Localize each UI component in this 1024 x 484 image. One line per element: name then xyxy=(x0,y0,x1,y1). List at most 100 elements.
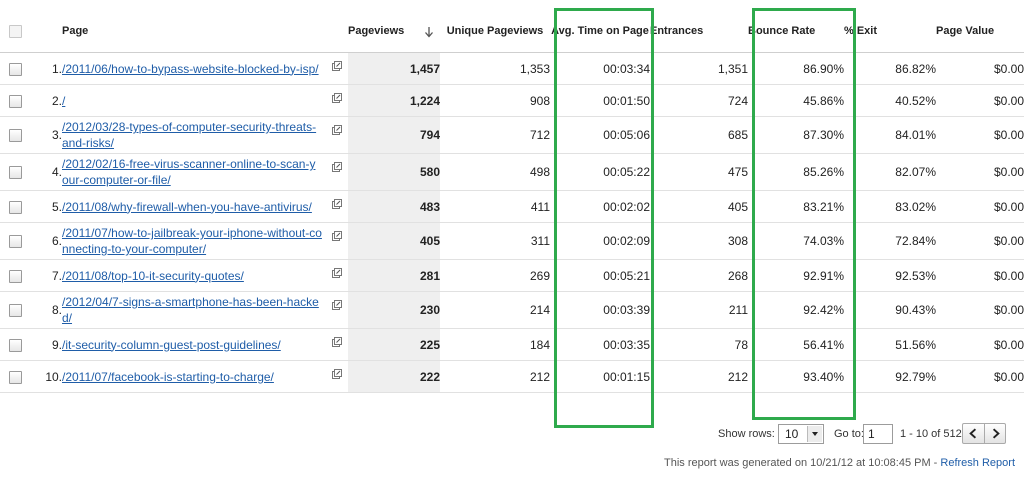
page-cell: /2011/08/why-firewall-when-you-have-anti… xyxy=(62,190,348,223)
row-checkbox-cell[interactable] xyxy=(0,52,30,85)
row-checkbox[interactable] xyxy=(8,166,22,180)
page-link[interactable]: /2012/03/28-types-of-computer-security-t… xyxy=(62,119,348,151)
entrances-cell: 724 xyxy=(650,84,748,117)
open-page-icon[interactable] xyxy=(332,231,342,241)
header-page-value[interactable]: Page Value xyxy=(936,10,1024,53)
exit-cell: 92.79% xyxy=(844,360,936,393)
table-row: 1./2011/06/how-to-bypass-website-blocked… xyxy=(0,52,1024,85)
row-checkbox-cell[interactable] xyxy=(0,190,30,223)
row-checkbox-cell[interactable] xyxy=(0,360,30,393)
row-checkbox-cell[interactable] xyxy=(0,222,30,260)
exit-cell: 90.43% xyxy=(844,291,936,329)
next-page-button[interactable] xyxy=(985,424,1006,443)
row-checkbox-cell[interactable] xyxy=(0,116,30,154)
unique-pageviews-cell: 411 xyxy=(440,190,550,223)
row-checkbox[interactable] xyxy=(8,200,22,214)
pageviews-cell: 580 xyxy=(348,153,440,191)
open-page-icon[interactable] xyxy=(332,93,342,103)
rows-per-page-select[interactable]: 10 xyxy=(778,424,824,444)
open-page-icon[interactable] xyxy=(332,337,342,347)
table-row: 5./2011/08/why-firewall-when-you-have-an… xyxy=(0,190,1024,223)
refresh-report-link[interactable]: Refresh Report xyxy=(940,457,1015,469)
page-link[interactable]: /2011/08/top-10-it-security-quotes/ xyxy=(62,268,348,284)
row-checkbox[interactable] xyxy=(8,269,22,283)
page-value-cell: $0.00 xyxy=(936,328,1024,361)
page-cell: /2012/04/7-signs-a-smartphone-has-been-h… xyxy=(62,291,348,329)
row-checkbox[interactable] xyxy=(8,94,22,108)
goto-page-input[interactable]: 1 xyxy=(863,424,893,444)
bounce-rate-cell: 74.03% xyxy=(748,222,844,260)
dropdown-arrow-icon[interactable] xyxy=(807,426,822,442)
avg-time-cell: 00:02:02 xyxy=(550,190,650,223)
table-row: 4./2012/02/16-free-virus-scanner-online-… xyxy=(0,153,1024,191)
page-link[interactable]: /2011/08/why-firewall-when-you-have-anti… xyxy=(62,199,348,215)
pageviews-cell: 281 xyxy=(348,259,440,292)
page-link[interactable]: /2012/04/7-signs-a-smartphone-has-been-h… xyxy=(62,294,348,326)
row-checkbox-cell[interactable] xyxy=(0,84,30,117)
unique-pageviews-cell: 1,353 xyxy=(440,52,550,85)
page-link[interactable]: /2011/07/how-to-jailbreak-your-iphone-wi… xyxy=(62,225,348,257)
chevron-right-icon xyxy=(992,428,1000,439)
header-entrances[interactable]: Entrances xyxy=(650,10,748,53)
row-checkbox[interactable] xyxy=(8,370,22,384)
entrances-cell: 308 xyxy=(650,222,748,260)
exit-cell: 72.84% xyxy=(844,222,936,260)
header-avg-time[interactable]: Avg. Time on Page xyxy=(550,10,650,53)
row-checkbox[interactable] xyxy=(8,338,22,352)
open-page-icon[interactable] xyxy=(332,125,342,135)
pageviews-cell: 230 xyxy=(348,291,440,329)
page-cell: / xyxy=(62,84,348,117)
bounce-rate-cell: 56.41% xyxy=(748,328,844,361)
entrances-cell: 685 xyxy=(650,116,748,154)
open-page-icon[interactable] xyxy=(332,300,342,310)
header-bounce-rate[interactable]: Bounce Rate xyxy=(748,10,844,53)
bounce-rate-cell: 86.90% xyxy=(748,52,844,85)
row-checkbox[interactable] xyxy=(8,129,22,143)
open-page-icon[interactable] xyxy=(332,199,342,209)
select-all-checkbox[interactable] xyxy=(8,24,22,38)
open-page-icon[interactable] xyxy=(332,369,342,379)
page-value-cell: $0.00 xyxy=(936,190,1024,223)
open-page-icon[interactable] xyxy=(332,61,342,71)
row-checkbox[interactable] xyxy=(8,62,22,76)
open-page-icon[interactable] xyxy=(332,268,342,278)
page-value-cell: $0.00 xyxy=(936,222,1024,260)
avg-time-cell: 00:05:22 xyxy=(550,153,650,191)
page-link[interactable]: /2011/06/how-to-bypass-website-blocked-b… xyxy=(62,61,348,77)
row-checkbox-cell[interactable] xyxy=(0,259,30,292)
row-checkbox[interactable] xyxy=(8,304,22,318)
row-checkbox-cell[interactable] xyxy=(0,328,30,361)
header-pageviews[interactable]: Pageviews xyxy=(348,10,440,53)
entrances-cell: 475 xyxy=(650,153,748,191)
row-index: 6. xyxy=(30,222,62,260)
row-checkbox-cell[interactable] xyxy=(0,291,30,329)
header-unique-pageviews[interactable]: Unique Pageviews xyxy=(440,10,550,53)
pageviews-cell: 483 xyxy=(348,190,440,223)
page-link[interactable]: /2011/07/facebook-is-starting-to-charge/ xyxy=(62,369,348,385)
page-link[interactable]: / xyxy=(62,93,348,109)
row-checkbox[interactable] xyxy=(8,235,22,249)
exit-cell: 86.82% xyxy=(844,52,936,85)
row-index: 5. xyxy=(30,190,62,223)
row-checkbox-cell[interactable] xyxy=(0,153,30,191)
rows-per-page-value: 10 xyxy=(785,427,799,441)
pageviews-cell: 1,224 xyxy=(348,84,440,117)
open-page-icon[interactable] xyxy=(332,162,342,172)
unique-pageviews-cell: 214 xyxy=(440,291,550,329)
page-value-cell: $0.00 xyxy=(936,116,1024,154)
page-cell: /2012/02/16-free-virus-scanner-online-to… xyxy=(62,153,348,191)
avg-time-cell: 00:03:35 xyxy=(550,328,650,361)
row-index: 2. xyxy=(30,84,62,117)
page-link[interactable]: /2012/02/16-free-virus-scanner-online-to… xyxy=(62,156,348,188)
exit-cell: 82.07% xyxy=(844,153,936,191)
header-page[interactable]: Page xyxy=(62,10,348,53)
select-all-cell[interactable] xyxy=(0,10,30,53)
previous-page-button[interactable] xyxy=(963,424,985,443)
page-link[interactable]: /it-security-column-guest-post-guideline… xyxy=(62,337,348,353)
bounce-rate-cell: 92.42% xyxy=(748,291,844,329)
header-exit[interactable]: % Exit xyxy=(844,10,936,53)
page-value-cell: $0.00 xyxy=(936,360,1024,393)
avg-time-cell: 00:05:06 xyxy=(550,116,650,154)
bounce-rate-cell: 83.21% xyxy=(748,190,844,223)
unique-pageviews-cell: 311 xyxy=(440,222,550,260)
